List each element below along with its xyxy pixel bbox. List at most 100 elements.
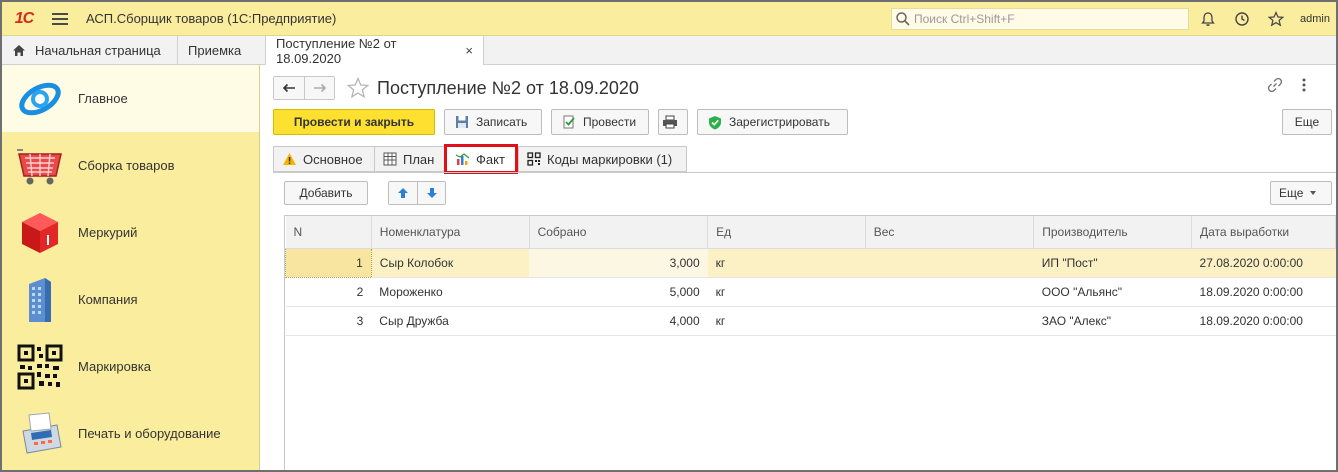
- cell-weight[interactable]: [865, 306, 1034, 336]
- search-box[interactable]: [891, 8, 1189, 30]
- tab-label: Основное: [303, 151, 363, 167]
- tab-home[interactable]: Начальная страница: [2, 36, 178, 65]
- cell-maker[interactable]: ИП "Пост": [1033, 248, 1192, 278]
- search-input[interactable]: [914, 12, 1184, 26]
- column-header[interactable]: Производитель: [1033, 216, 1193, 249]
- floppy-disk-icon: [456, 116, 468, 128]
- move-down-button[interactable]: [417, 182, 445, 204]
- sidebar-item-label: Компания: [78, 292, 138, 307]
- table-header: N Номенклатура Собрано Ед Вес Производит…: [285, 216, 1336, 249]
- cell-unit[interactable]: кг: [707, 248, 866, 278]
- table-row[interactable]: 3 Сыр Дружба 4,000 кг ЗАО "Алекс" 18.09.…: [285, 306, 1336, 336]
- cell-n[interactable]: 1: [285, 247, 372, 278]
- favorite-star-icon[interactable]: [347, 77, 369, 99]
- column-header[interactable]: Ед: [707, 216, 866, 249]
- tab-priemka[interactable]: Приемка: [178, 36, 266, 65]
- sidebar-item-assembly[interactable]: Сборка товаров: [2, 132, 259, 199]
- post-button[interactable]: Провести: [551, 109, 649, 135]
- bar-chart-icon: [455, 153, 470, 165]
- tab-main[interactable]: Основное: [273, 146, 374, 172]
- back-button[interactable]: [274, 77, 304, 99]
- table-row[interactable]: 1 Сыр Колобок 3,000 кг ИП "Пост" 27.08.2…: [285, 247, 1336, 278]
- tab-label: Начальная страница: [35, 43, 161, 58]
- post-and-close-button[interactable]: Провести и закрыть: [273, 109, 435, 135]
- sidebar-item-label: Сборка товаров: [78, 158, 175, 173]
- column-header[interactable]: Собрано: [529, 216, 709, 249]
- more-actions-button[interactable]: Еще: [1282, 109, 1332, 135]
- cell-n[interactable]: 3: [285, 306, 372, 336]
- close-tab-icon[interactable]: ×: [465, 43, 473, 58]
- column-header[interactable]: Вес: [865, 216, 1035, 249]
- plan-table-icon: [383, 152, 397, 166]
- sidebar-item-company[interactable]: Компания: [2, 266, 259, 333]
- form-toolbar: Провести и закрыть Записать Провести Зар…: [273, 109, 848, 135]
- favorites-star-icon[interactable]: [1266, 9, 1286, 29]
- sidebar-item-print[interactable]: Печать и оборудование: [2, 400, 259, 467]
- cell-unit[interactable]: кг: [707, 277, 866, 307]
- sidebar-item-main[interactable]: Главное: [2, 65, 259, 132]
- cell-collected[interactable]: 5,000: [529, 277, 708, 307]
- column-header[interactable]: N: [285, 216, 372, 249]
- cell-item[interactable]: Мороженко: [371, 277, 530, 307]
- cell-date[interactable]: 27.08.2020 0:00:00: [1191, 248, 1336, 278]
- tab-label: Поступление №2 от 18.09.2020: [276, 35, 397, 66]
- home-icon: [13, 45, 25, 56]
- link-icon[interactable]: [1267, 77, 1283, 93]
- tab-fact[interactable]: Факт: [444, 144, 518, 174]
- sidebar-item-mercury[interactable]: Меркурий: [2, 199, 259, 266]
- cell-maker[interactable]: ООО "Альянс": [1033, 277, 1192, 307]
- tab-marking-codes[interactable]: Коды маркировки (1): [518, 146, 687, 172]
- save-button[interactable]: Записать: [444, 109, 542, 135]
- register-button[interactable]: Зарегистрировать: [697, 109, 848, 135]
- column-header[interactable]: Дата выработки: [1191, 216, 1336, 249]
- tab-label: Факт: [476, 151, 505, 167]
- arrow-down-icon: [426, 188, 437, 198]
- table-more-button[interactable]: Еще: [1270, 181, 1332, 205]
- table-toolbar: Добавить: [284, 181, 446, 205]
- register-label: Зарегистрировать: [729, 115, 830, 129]
- page-title: Поступление №2 от 18.09.2020: [377, 77, 639, 98]
- cell-maker[interactable]: ЗАО "Алекс": [1033, 306, 1192, 336]
- arrow-right-icon: [313, 83, 326, 93]
- tab-plan[interactable]: План: [374, 146, 444, 172]
- print-button[interactable]: [658, 109, 688, 135]
- terminal-icon: [2, 411, 78, 457]
- menu-icon[interactable]: [52, 12, 68, 25]
- cell-weight[interactable]: [865, 248, 1034, 278]
- sidebar-item-marking[interactable]: Маркировка: [2, 333, 259, 400]
- logo-text: 1С: [14, 9, 34, 27]
- app-window: 1С АСП.Сборщик товаров (1С:Предприятие) …: [0, 0, 1338, 472]
- cell-collected[interactable]: 3,000: [529, 248, 708, 278]
- qr-code-icon: [527, 152, 541, 166]
- add-row-button[interactable]: Добавить: [284, 181, 368, 205]
- tab-document[interactable]: Поступление №2 от 18.09.2020 ×: [266, 36, 484, 66]
- cell-item[interactable]: Сыр Дружба: [371, 306, 530, 336]
- cell-item[interactable]: Сыр Колобок: [371, 248, 530, 278]
- subtab-divider: [273, 172, 1336, 173]
- forward-button[interactable]: [304, 77, 334, 99]
- column-header[interactable]: Номенклатура: [371, 216, 530, 249]
- history-icon[interactable]: [1232, 9, 1252, 29]
- cell-date[interactable]: 18.09.2020 0:00:00: [1191, 277, 1336, 307]
- sidebar-item-label: Главное: [78, 91, 128, 106]
- arrow-up-icon: [398, 188, 408, 198]
- move-buttons: [388, 181, 446, 205]
- arrow-left-icon: [282, 83, 295, 93]
- cell-date[interactable]: 18.09.2020 0:00:00: [1191, 306, 1336, 336]
- mercury-cube-icon: [2, 211, 78, 255]
- bell-icon[interactable]: [1198, 9, 1218, 29]
- qr-code-icon: [2, 344, 78, 390]
- basket-icon: [2, 144, 78, 188]
- cell-weight[interactable]: [865, 277, 1034, 307]
- table-row[interactable]: 2 Мороженко 5,000 кг ООО "Альянс" 18.09.…: [285, 277, 1336, 307]
- tab-label: Приемка: [188, 43, 242, 58]
- move-up-button[interactable]: [389, 182, 417, 204]
- cell-collected[interactable]: 4,000: [529, 306, 708, 336]
- user-name[interactable]: admin: [1300, 13, 1330, 25]
- cell-unit[interactable]: кг: [707, 306, 866, 336]
- app-title: АСП.Сборщик товаров (1С:Предприятие): [86, 11, 337, 26]
- cell-n[interactable]: 2: [285, 277, 372, 307]
- post-document-icon: [563, 115, 575, 129]
- more-vertical-icon[interactable]: [1301, 77, 1307, 93]
- building-icon: [2, 276, 78, 324]
